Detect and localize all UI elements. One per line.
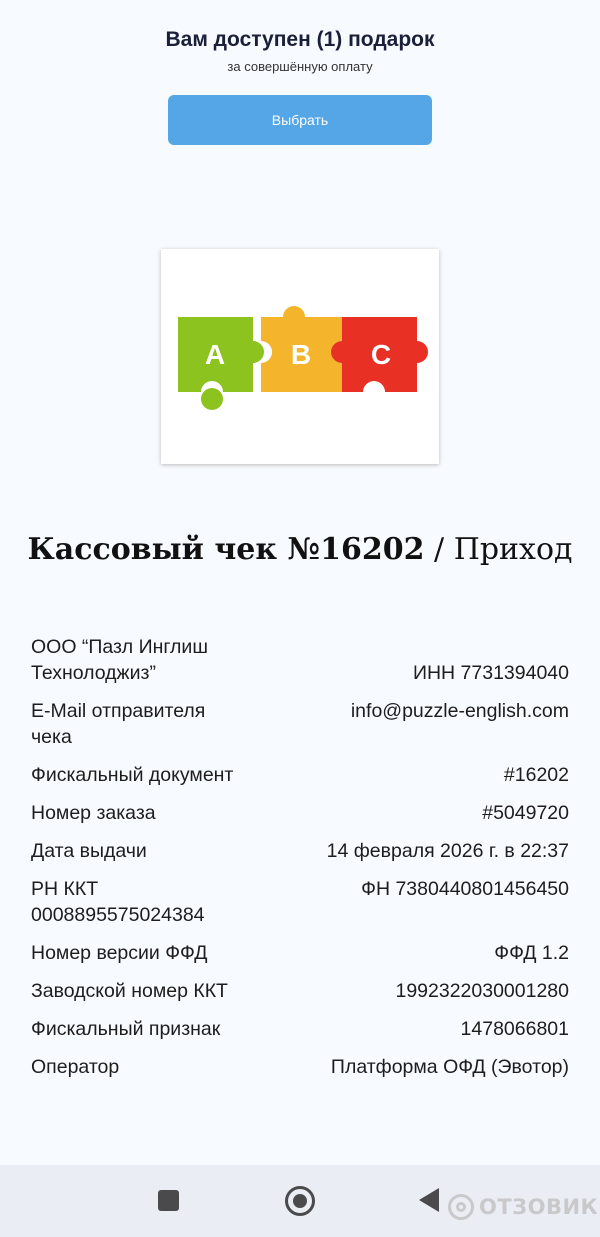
row-label: РН ККТ 0008895575024384 xyxy=(31,878,205,926)
row-value: 14 февраля 2026 г. в 22:37 xyxy=(326,840,569,862)
logo-letter-b: B xyxy=(291,339,311,370)
receipt-row-company: ООО “Пазл Инглиш Технолоджиз” ИНН 773139… xyxy=(31,634,569,686)
row-label: Оператор xyxy=(31,1056,120,1078)
row-value: ФН 7380440801456450 xyxy=(361,878,569,900)
logo-letter-a: A xyxy=(205,339,225,370)
row-value: 1992322030001280 xyxy=(395,980,569,1002)
receipt-row-date: Дата выдачи 14 февраля 2026 г. в 22:37 xyxy=(31,838,569,864)
receipt-row-operator: Оператор Платформа ОФД (Эвотор) xyxy=(31,1054,569,1080)
row-label: Фискальный документ xyxy=(31,764,234,786)
choose-gift-button[interactable]: Выбрать xyxy=(168,95,432,145)
row-label: Номер версии ФФД xyxy=(31,942,208,964)
row-value: #5049720 xyxy=(482,802,569,824)
row-label: Заводской номер ККТ xyxy=(31,980,228,1002)
receipt-title-separator: / xyxy=(424,532,454,567)
receipt-details: ООО “Пазл Инглиш Технолоджиз” ИНН 773139… xyxy=(31,634,569,1092)
row-label: Номер заказа xyxy=(31,802,156,824)
back-triangle-icon[interactable] xyxy=(419,1188,439,1212)
logo-letter-c: C xyxy=(371,339,391,370)
watermark-text: ОТЗОВИК xyxy=(479,1195,599,1219)
receipt-row-ffd-version: Номер версии ФФД ФФД 1.2 xyxy=(31,940,569,966)
receipt-row-fiscal-sign: Фискальный признак 1478066801 xyxy=(31,1016,569,1042)
row-label: ООО “Пазл Инглиш Технолоджиз” xyxy=(31,636,208,684)
receipt-row-fiscal-doc: Фискальный документ #16202 xyxy=(31,762,569,788)
abc-puzzle-logo: A B C xyxy=(161,249,439,464)
row-value: 1478066801 xyxy=(460,1018,569,1040)
gift-subtitle: за совершённую оплату xyxy=(227,59,373,74)
receipt-title-main: Кассовый чек №16202 xyxy=(27,532,425,567)
receipt-row-rn-kkt: РН ККТ 0008895575024384 ФН 7380440801456… xyxy=(31,876,569,928)
recents-square-icon[interactable] xyxy=(158,1190,179,1211)
row-value: ИНН 7731394040 xyxy=(412,662,569,684)
row-value: #16202 xyxy=(503,764,569,786)
otzovik-watermark: ОТЗОВИК xyxy=(448,1190,598,1224)
row-label: Дата выдачи xyxy=(31,840,147,862)
receipt-row-serial: Заводской номер ККТ 1992322030001280 xyxy=(31,978,569,1004)
row-value: ФФД 1.2 xyxy=(494,942,569,964)
receipt-row-order: Номер заказа #5049720 xyxy=(31,800,569,826)
receipt-title-type: Приход xyxy=(453,532,573,567)
abc-puzzle-logo-image: A B C xyxy=(178,306,428,410)
row-value: Платформа ОФД (Эвотор) xyxy=(330,1056,569,1078)
row-label: E-Mail отправителя чека xyxy=(31,700,206,748)
watermark-logo-icon xyxy=(448,1194,474,1220)
receipt-row-email: E-Mail отправителя чека info@puzzle-engl… xyxy=(31,698,569,750)
home-circle-icon[interactable] xyxy=(285,1186,315,1216)
gift-title: Вам доступен (1) подарок xyxy=(165,28,435,51)
row-value: info@puzzle-english.com xyxy=(350,700,569,722)
row-label: Фискальный признак xyxy=(31,1018,221,1040)
receipt-title: Кассовый чек №16202 / Приход xyxy=(0,532,600,567)
